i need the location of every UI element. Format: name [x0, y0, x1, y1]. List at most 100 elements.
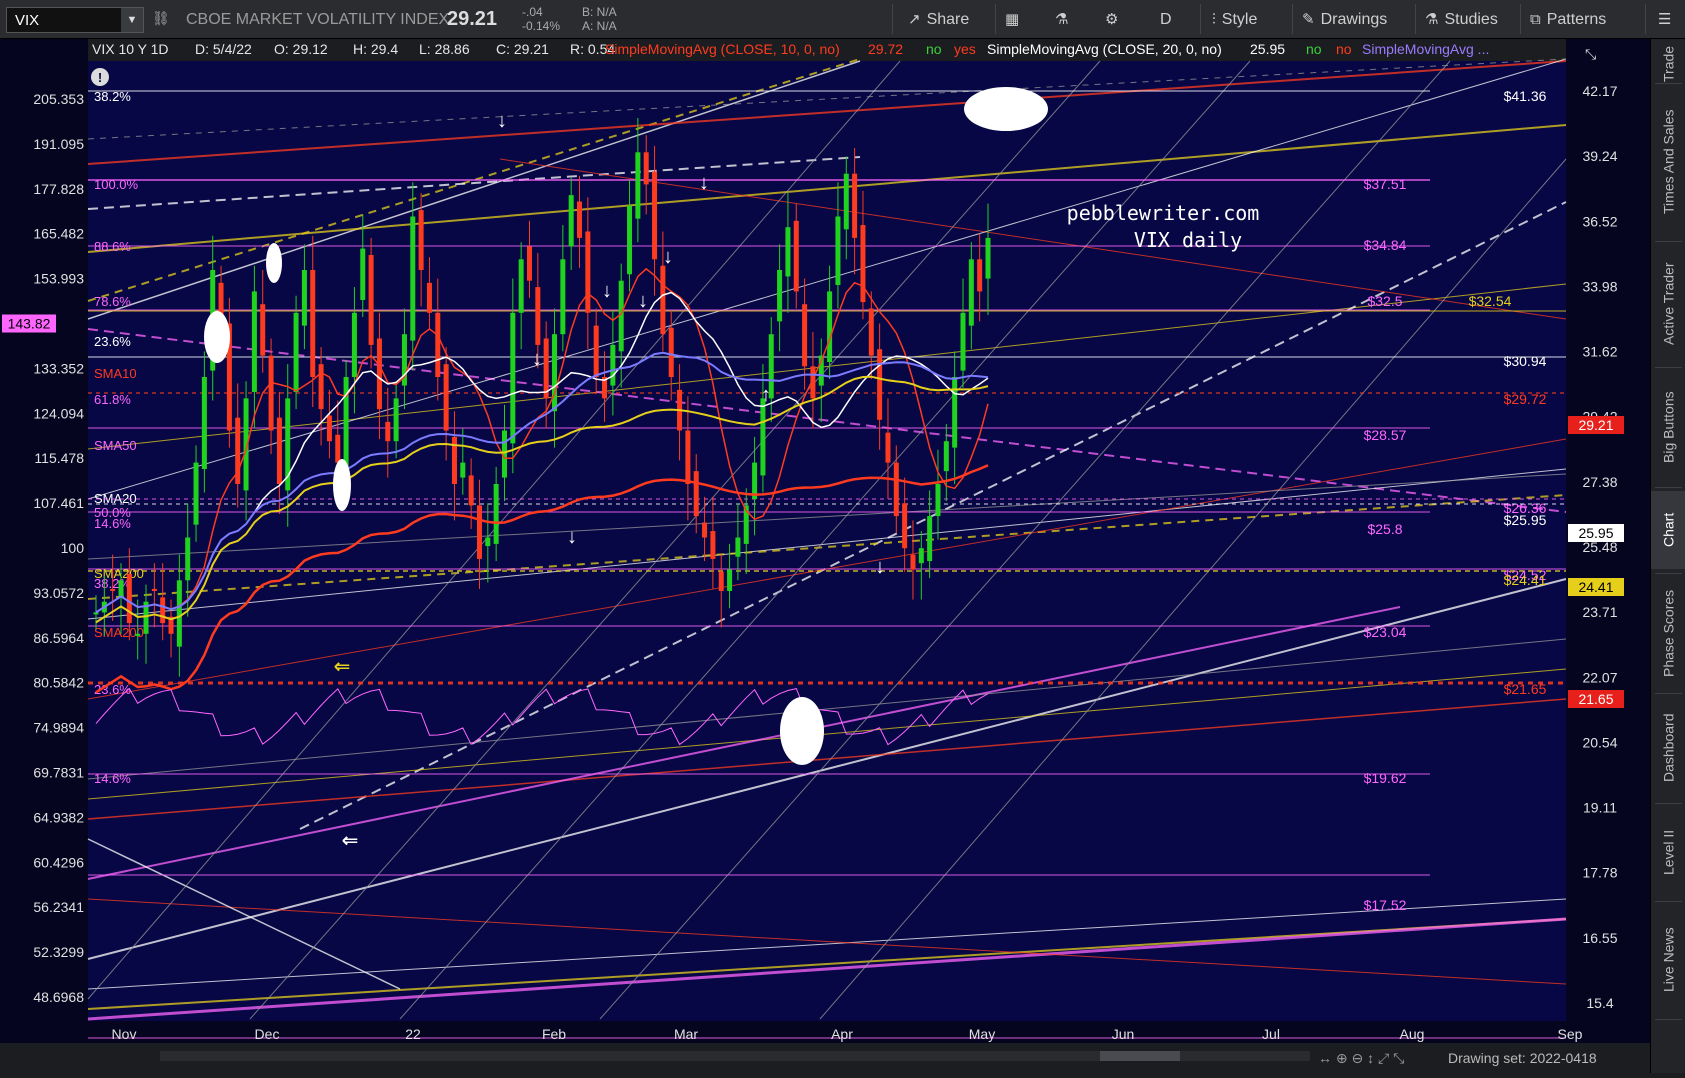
candle-body [927, 516, 933, 562]
alert-icon[interactable]: ! [91, 68, 109, 86]
legend-open: O: 29.12 [274, 41, 328, 57]
sidebar-tab-dashboard[interactable]: Dashboard [1651, 697, 1685, 799]
top-toolbar: VIX ▼ ⛓ CBOE MARKET VOLATILITY INDEX 29.… [0, 0, 1685, 39]
candle-body [160, 597, 166, 624]
sidebar-tab-chart[interactable]: Chart [1651, 491, 1685, 569]
candle-body [885, 432, 891, 463]
highlight-ellipse[interactable] [964, 87, 1048, 131]
flask-button[interactable]: ⚗ [1055, 9, 1074, 31]
share-button[interactable]: ↗ Share [908, 9, 969, 31]
sidebar-divider [1655, 901, 1682, 902]
candle-body [793, 220, 799, 292]
scrollbar-thumb[interactable] [1100, 1051, 1180, 1061]
period-button[interactable]: D [1160, 9, 1172, 31]
scroll-controls[interactable]: ↔ ⊕ ⊖ ↕ ⤢ ⤡ [1318, 1050, 1404, 1066]
candle-body [510, 312, 516, 444]
settings-button[interactable]: ⚙ [1105, 9, 1124, 31]
price-chart[interactable]: 38.2%100.0%88.6%78.6%23.6%SMA1061.8%SMA5… [0, 39, 1650, 1073]
change-value: -.04 [522, 5, 543, 19]
candle-body [468, 475, 474, 506]
highlight-ellipse[interactable] [333, 459, 351, 511]
right-badge-label: 29.21 [1578, 417, 1613, 433]
right-axis-tick: 27.38 [1582, 474, 1617, 490]
legend-sma10-yes: yes [954, 41, 976, 57]
candle-body [93, 612, 99, 615]
chart-controls[interactable]: ↔ ⊕ ⊖ ↕ ⤢ ⤡ Drawing set: 2022-0418 [1318, 1050, 1597, 1066]
drawing-set-label[interactable]: Drawing set: 2022-0418 [1448, 1050, 1597, 1066]
grid-button[interactable]: ▦ [1005, 9, 1025, 31]
symbol-selector[interactable]: VIX ▼ [6, 7, 144, 33]
right-axis-tick: 23.71 [1582, 604, 1617, 620]
sidebar-divider [1655, 573, 1682, 574]
candle-body [318, 364, 324, 410]
expand-icon[interactable]: ⤡ [1585, 46, 1596, 62]
legend-sma20-no2: no [1336, 41, 1352, 57]
link-icon[interactable]: ⛓ [152, 10, 170, 27]
sidebar-tab-trade[interactable]: Trade [1651, 46, 1685, 82]
candle-body [852, 173, 858, 238]
x-axis-tick: Nov [112, 1026, 137, 1042]
candle-body [910, 554, 916, 570]
candle-body [118, 580, 124, 598]
right-axis-tick: 39.24 [1582, 148, 1617, 164]
sidebar-tab-active-trader[interactable]: Active Trader [1651, 245, 1685, 363]
chart-title: VIX daily [1134, 228, 1242, 252]
candle-body [735, 537, 741, 557]
toolbar-divider [1200, 4, 1201, 34]
left-axis-tick: 60.4296 [33, 854, 84, 870]
candle-body [193, 462, 199, 525]
left-axis-tick: 153.993 [33, 271, 84, 287]
change-percent: -0.14% [522, 19, 561, 33]
flask-icon: ⚗ [1055, 11, 1069, 28]
candle-body [276, 417, 282, 484]
left-axis-tick: 177.828 [33, 181, 84, 197]
x-axis-tick: Jul [1262, 1026, 1280, 1042]
candle-body [310, 270, 316, 377]
candle-body [493, 484, 499, 544]
yellow-arrow-icon: ⇐ [334, 656, 351, 678]
highlight-ellipse[interactable] [204, 311, 230, 363]
white-arrow-icon: ⇐ [342, 830, 359, 852]
candle-body [176, 580, 182, 647]
sidebar-tab-level-ii[interactable]: Level II [1651, 807, 1685, 897]
sidebar-tab-times-and-sales[interactable]: Times And Sales [1651, 87, 1685, 237]
candle-body [593, 325, 599, 377]
highlight-ellipse[interactable] [780, 697, 824, 765]
right-axis-tick: 42.17 [1582, 83, 1617, 99]
x-axis-tick: Sep [1558, 1026, 1583, 1042]
candle-body [126, 573, 132, 624]
arrow-marker-icon: ↓ [602, 280, 612, 302]
candle-body [868, 308, 874, 356]
left-axis-tick: 100 [61, 540, 85, 556]
arrow-marker-icon: ↓ [875, 556, 885, 578]
right-axis-tick: 16.55 [1582, 930, 1617, 946]
studies-button[interactable]: ⚗ Studies [1425, 9, 1498, 31]
menu-button[interactable]: ☰ [1658, 9, 1677, 31]
left-axis-tick: 124.094 [33, 405, 84, 421]
candle-body [777, 270, 783, 322]
x-axis-tick: 22 [405, 1026, 421, 1042]
candle-body [893, 462, 899, 517]
style-button[interactable]: ⫶ Style [1212, 9, 1257, 31]
candle-body [326, 415, 332, 442]
candle-body [260, 304, 266, 356]
highlight-ellipse[interactable] [266, 243, 282, 283]
chevron-down-icon[interactable]: ▼ [121, 8, 143, 32]
legend-sma10[interactable]: SimpleMovingAvg (CLOSE, 10, 0, no) [605, 41, 840, 57]
candle-body [426, 282, 432, 313]
drawings-button[interactable]: ✎ Drawings [1302, 9, 1387, 31]
sidebar-tab-live-news[interactable]: Live News [1651, 905, 1685, 1015]
sidebar-divider [1655, 487, 1682, 488]
patterns-button[interactable]: ⧉ Patterns [1530, 9, 1606, 31]
chart-area[interactable]: 38.2% 100.0% 88.6% 78.6% 23.6% SMA10 61.8% SMA5… [0, 39, 1650, 1073]
candle-body [485, 537, 491, 547]
toolbar-divider [1415, 4, 1416, 34]
patterns-icon: ⧉ [1530, 11, 1541, 28]
sidebar-tab-big-buttons[interactable]: Big Buttons [1651, 371, 1685, 483]
legend-sma-more[interactable]: SimpleMovingAvg ... [1362, 41, 1489, 57]
sidebar-divider [1655, 241, 1682, 242]
legend-sma20[interactable]: SimpleMovingAvg (CLOSE, 20, 0, no) [987, 41, 1222, 57]
sidebar-tab-phase-scores[interactable]: Phase Scores [1651, 577, 1685, 689]
gear-icon: ⚙ [1105, 11, 1119, 28]
candle-body [476, 505, 482, 559]
